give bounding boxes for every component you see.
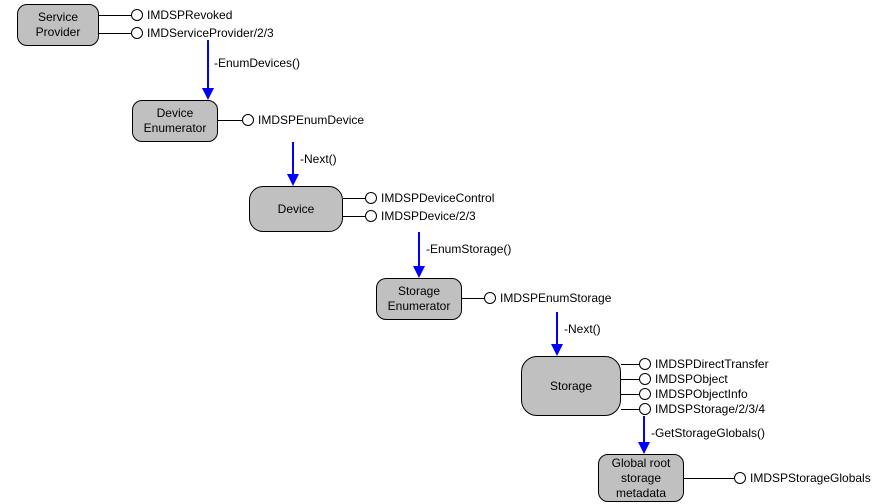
- node-device-enumerator-label: DeviceEnumerator: [144, 106, 207, 136]
- node-device-label: Device: [278, 202, 315, 217]
- node-storage-enumerator-label: StorageEnumerator: [388, 284, 451, 314]
- lollipop-icon: [131, 27, 143, 39]
- lollipop-icon: [131, 9, 143, 21]
- node-global-root-label: Global rootstoragemetadata: [612, 456, 671, 501]
- lollipop-icon: [639, 373, 651, 385]
- method-get-storage-globals: -GetStorageGlobals(): [651, 426, 765, 440]
- lollipop-icon: [242, 114, 254, 126]
- arrow-enum-storage: [412, 232, 426, 280]
- node-service-provider: ServiceProvider: [17, 4, 99, 46]
- arrow-next-storage: [550, 312, 564, 358]
- arrow-get-storage-globals: [637, 416, 651, 456]
- lollipop-icon: [484, 292, 496, 304]
- node-device-enumerator: DeviceEnumerator: [132, 100, 218, 142]
- node-service-provider-label: ServiceProvider: [36, 10, 81, 40]
- lollipop-icon: [639, 388, 651, 400]
- method-enum-storage: -EnumStorage(): [426, 242, 511, 256]
- method-enum-devices: -EnumDevices(): [214, 56, 300, 70]
- node-storage: Storage: [521, 356, 621, 416]
- lollipop-icon: [639, 403, 651, 415]
- node-storage-enumerator: StorageEnumerator: [376, 278, 462, 320]
- lollipop-icon: [734, 472, 746, 484]
- lollipop-icon: [365, 192, 377, 204]
- diagram-canvas: { "nodes": { "serviceProvider": "Service…: [0, 0, 888, 504]
- lollipop-icon: [639, 358, 651, 370]
- arrow-next-device: [286, 142, 300, 188]
- arrow-enum-devices: [201, 40, 215, 102]
- method-next-storage: -Next(): [564, 322, 601, 336]
- node-storage-label: Storage: [550, 379, 592, 394]
- method-next-device: -Next(): [300, 152, 337, 166]
- node-global-root: Global rootstoragemetadata: [598, 454, 684, 502]
- node-device: Device: [249, 186, 343, 232]
- lollipop-icon: [365, 210, 377, 222]
